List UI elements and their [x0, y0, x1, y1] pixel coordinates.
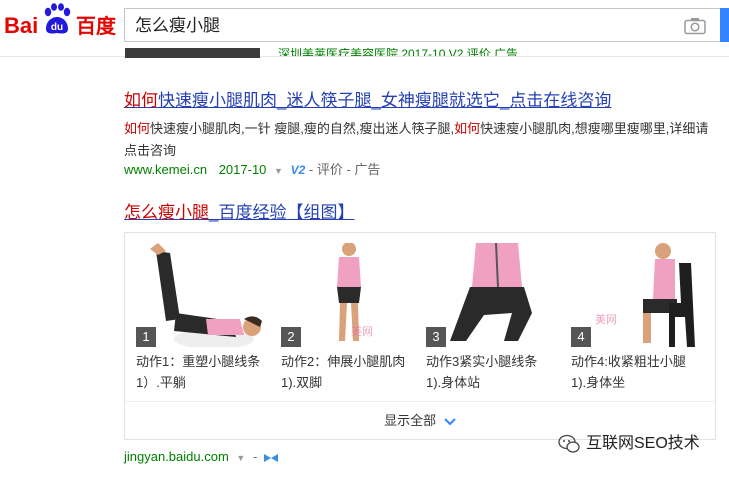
rating-ad-label[interactable]: - 评价 - 广告 [309, 162, 381, 177]
snippet-highlight: 如何 [124, 121, 151, 136]
result-title[interactable]: 如何快速瘦小腿肌肉_迷人筷子腿_女神瘦腿就选它_点击在线咨询 [124, 90, 611, 112]
step-caption[interactable]: 动作2：伸展小腿肌肉 1).双脚 [281, 351, 431, 393]
svg-text:美网: 美网 [351, 325, 373, 338]
search-input[interactable]: 怎么瘦小腿 [135, 16, 220, 36]
result-url[interactable]: jingyan.baidu.com [124, 449, 229, 464]
logo-baidu-cn[interactable]: 百度 [76, 15, 116, 39]
exercise-figure-icon [450, 243, 532, 341]
camera-icon[interactable] [684, 17, 706, 35]
title-text: _百度经验【组图】 [209, 203, 355, 222]
step-number: 4 [571, 327, 591, 347]
step-caption[interactable]: 动作3紧实小腿线条 1).身体站 [426, 351, 563, 393]
search-box[interactable]: 怎么瘦小腿 [124, 8, 720, 42]
url-separator: - [252, 449, 258, 464]
step-item[interactable]: 美网 2 动作2：伸展小腿肌肉 1).双脚 [281, 243, 431, 393]
result-date: 2017-10 [218, 162, 267, 177]
step-number: 1 [136, 327, 156, 347]
step-item[interactable]: 美网 4 动作4:收紧粗壮小腿 1).身体坐 [571, 243, 712, 393]
chevron-down-icon [444, 417, 456, 425]
exercise-figure-icon: 美网 [337, 243, 373, 341]
wechat-icon [558, 434, 580, 453]
result-url-line: www.kemei.cn 2017-10 ▼ V2 - 评价 - 广告 [124, 161, 380, 180]
exercise-figure-icon: 美网 [595, 243, 695, 347]
step-image[interactable]: 1 [136, 243, 272, 347]
step-item[interactable]: 1 动作1：重塑小腿线条 1）.平躺 [136, 243, 286, 393]
title-text: 快速瘦小腿肌肉_迷人筷子腿_女神瘦腿就选它_点击在线咨询 [158, 91, 612, 110]
step-caption[interactable]: 动作4:收紧粗壮小腿 1).身体坐 [571, 351, 712, 393]
title-highlight: 怎么瘦小腿 [124, 203, 209, 222]
prev-result-thumbnail[interactable] [125, 48, 260, 58]
bow-icon[interactable] [263, 453, 279, 463]
baidu-paw-logo-icon[interactable]: du [42, 3, 72, 35]
snippet-text: 快速瘦小腿肌肉,一针 瘦腿,瘦的自然,瘦出迷人筷子腿, [150, 121, 455, 136]
result-url-line: jingyan.baidu.com ▼ - [124, 448, 279, 467]
caret-down-icon[interactable]: ▼ [236, 453, 245, 463]
step-item[interactable]: 3 动作3紧实小腿线条 1).身体站 [426, 243, 563, 393]
result-snippet: 如何快速瘦小腿肌肉,一针 瘦腿,瘦的自然,瘦出迷人筷子腿,如何快速瘦小腿肌肉,想… [124, 118, 714, 162]
show-all-label: 显示全部 [384, 413, 437, 428]
result-url[interactable]: www.kemei.cn [124, 162, 207, 177]
search-button[interactable] [720, 8, 729, 42]
caret-down-icon[interactable]: ▼ [274, 166, 283, 176]
snippet-highlight: 如何 [454, 121, 481, 136]
step-image[interactable]: 3 [426, 243, 562, 347]
watermark-text: 互联网SEO技术 [586, 435, 700, 452]
svg-text:美网: 美网 [595, 313, 617, 326]
exercise-figure-icon [150, 243, 262, 347]
step-image[interactable]: 美网 4 [571, 243, 707, 347]
step-number: 2 [281, 327, 301, 347]
step-number: 3 [426, 327, 446, 347]
watermark: 互联网SEO技术 [558, 432, 700, 456]
prev-result-url[interactable]: 深圳美莱医疗美容医院 2017-10 V2 评价 广告 [278, 48, 518, 56]
step-caption[interactable]: 动作1：重塑小腿线条 1）.平躺 [136, 351, 286, 393]
logo-bai[interactable]: Bai [4, 14, 38, 38]
step-image[interactable]: 美网 2 [281, 243, 417, 347]
title-highlight: 如何 [124, 91, 158, 110]
v2-badge-icon[interactable]: V2 [291, 163, 306, 177]
result-title[interactable]: 怎么瘦小腿_百度经验【组图】 [124, 202, 354, 224]
svg-text:du: du [51, 22, 63, 33]
image-steps-card: 1 动作1：重塑小腿线条 1）.平躺 美网 2 动作2：伸展小腿肌肉 1).双脚 [124, 232, 716, 440]
